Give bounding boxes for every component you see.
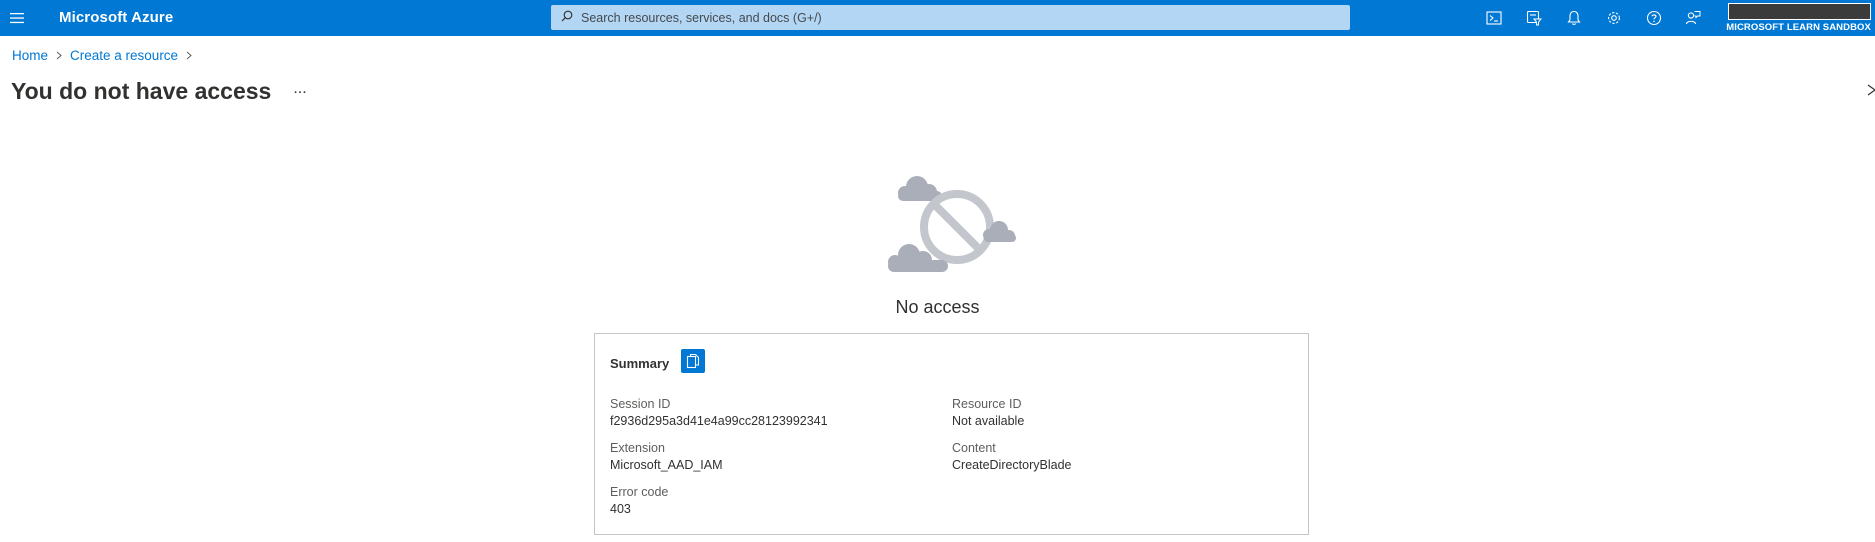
help-question-icon[interactable] [1641,6,1667,30]
chevron-right-icon [56,51,62,60]
session-id-field: Session ID f2936d295a3d41e4a99cc28123992… [610,396,828,430]
breadcrumb-create-resource-link[interactable]: Create a resource [70,48,178,63]
field-label: Resource ID [952,397,1022,411]
breadcrumb-home-link[interactable]: Home [12,48,48,63]
field-value: f2936d295a3d41e4a99cc28123992341 [610,414,828,428]
summary-title: Summary [610,356,670,371]
top-bar: Microsoft Azure MICROSOFT LEARN SANDBOX [0,0,1875,36]
no-access-cloud-icon [885,165,1025,280]
chevron-right-icon [186,51,192,60]
brand-title[interactable]: Microsoft Azure [59,9,173,26]
resource-id-field: Resource ID Not available [952,396,1024,430]
page-title: You do not have access [11,78,272,104]
account-menu[interactable]: MICROSOFT LEARN SANDBOX [1726,0,1875,36]
field-label: Error code [610,485,669,499]
notifications-bell-icon[interactable] [1561,6,1587,30]
cloud-shell-icon[interactable] [1481,6,1507,30]
field-label: Content [952,441,996,455]
feedback-icon[interactable] [1680,6,1706,30]
more-options-button[interactable]: ... [287,80,313,102]
search-icon [561,9,573,27]
account-name-redacted [1728,3,1871,20]
field-label: Session ID [610,397,671,411]
copy-icon[interactable] [681,349,705,373]
breadcrumb: Home Create a resource [12,48,200,63]
no-access-message: No access [895,297,980,317]
extension-field: Extension Microsoft_AAD_IAM [610,440,723,474]
field-value: Microsoft_AAD_IAM [610,458,723,472]
content-field: Content CreateDirectoryBlade [952,440,1072,474]
search-box[interactable] [551,5,1350,30]
field-value: Not available [952,414,1025,428]
settings-gear-icon[interactable] [1601,6,1627,30]
field-value: 403 [610,502,631,516]
summary-panel: Summary Session ID f2936d295a3d41e4a99cc… [594,333,1309,535]
account-directory-label: MICROSOFT LEARN SANDBOX [1726,22,1871,33]
close-blade-icon[interactable] [1862,82,1875,98]
field-label: Extension [610,441,665,455]
search-input[interactable] [581,6,1341,29]
field-value: CreateDirectoryBlade [952,458,1072,472]
hamburger-menu-icon[interactable] [5,6,29,30]
directory-filter-icon[interactable] [1521,6,1547,30]
error-code-field: Error code 403 [610,484,668,518]
